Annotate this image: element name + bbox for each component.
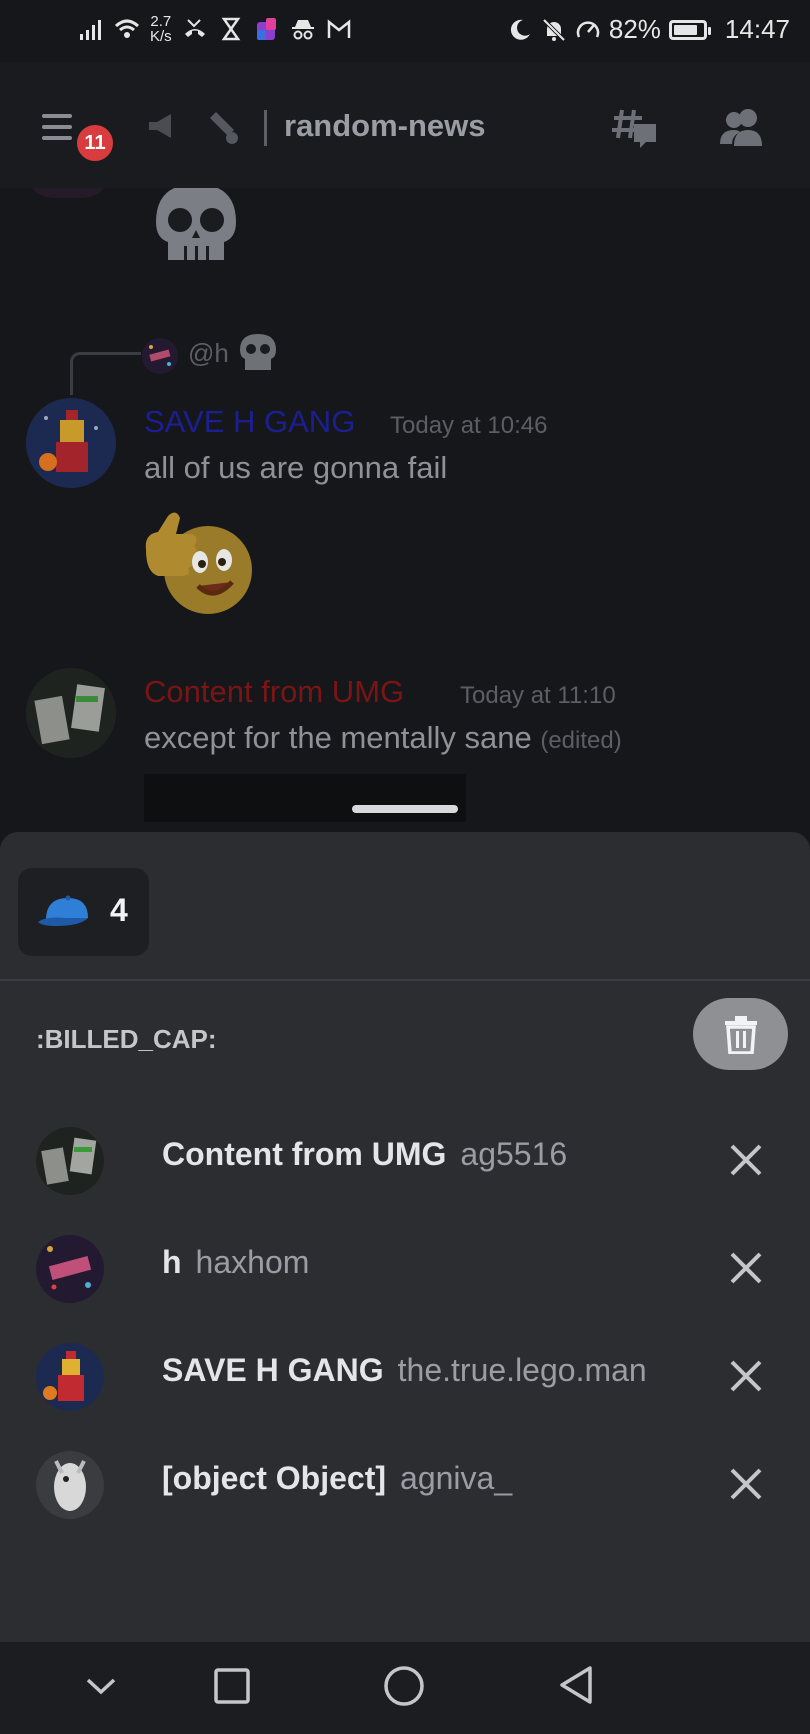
skull-icon — [240, 334, 276, 370]
message-author[interactable]: SAVE H GANG — [144, 404, 355, 440]
reaction-count: 4 — [110, 892, 128, 928]
user-avatar — [36, 1451, 104, 1519]
author-avatar[interactable] — [26, 668, 116, 758]
battery-icon — [668, 19, 711, 40]
message-text-body: except for the mentally sane — [144, 720, 532, 755]
back-triangle-icon[interactable] — [556, 1664, 596, 1706]
notification-badge: 11 — [74, 122, 116, 164]
status-right: 82% 14:47 — [507, 14, 790, 45]
app-puzzle-icon — [256, 18, 276, 40]
display-name-text: h — [162, 1244, 182, 1280]
user-display-name: Content from UMG ag5516 — [162, 1136, 567, 1173]
status-left: 2.7 K/s — [78, 14, 352, 44]
display-name-text: SAVE H GANG — [162, 1352, 384, 1388]
message-author[interactable]: Content from UMG — [144, 674, 404, 710]
username-text: the.true.lego.man — [397, 1352, 647, 1388]
user-avatar — [36, 1343, 104, 1411]
gmail-icon — [327, 19, 350, 38]
user-display-name: h haxhom — [162, 1244, 309, 1281]
reaction-user-row[interactable]: SAVE H GANG the.true.lego.man — [0, 1322, 810, 1430]
remove-reaction-icon[interactable] — [728, 1142, 764, 1178]
display-name-text: [object Object] — [162, 1460, 387, 1496]
reaction-user-row[interactable]: h haxhom — [0, 1214, 810, 1322]
members-icon[interactable] — [718, 106, 766, 150]
megaphone-icon — [149, 114, 171, 138]
menu-icon[interactable] — [42, 114, 72, 147]
system-nav-bar — [0, 1642, 810, 1734]
user-display-name: SAVE H GANG the.true.lego.man — [162, 1352, 647, 1389]
reaction-user-row[interactable]: Content from UMG ag5516 — [0, 1106, 810, 1214]
remove-all-reactions-button[interactable] — [693, 998, 788, 1070]
reaction-user-row[interactable]: [object Object] agniva_ — [0, 1430, 810, 1538]
username-text: agniva_ — [400, 1460, 513, 1496]
network-speed-unit: K/s — [150, 28, 172, 45]
embed-preview[interactable] — [144, 774, 466, 822]
wifi-icon — [114, 19, 140, 38]
channel-name: random-news — [284, 108, 486, 143]
message-text: except for the mentally sane (edited) — [144, 720, 622, 756]
battery-percent: 82% — [608, 14, 661, 44]
signal-icon — [80, 20, 101, 40]
remove-reaction-icon[interactable] — [728, 1466, 764, 1502]
network-speed: 2.7 K/s — [150, 14, 172, 44]
avatar[interactable] — [26, 188, 110, 198]
message-timestamp: Today at 10:46 — [390, 412, 548, 439]
emoji-name: :BILLED_CAP: — [36, 1024, 217, 1054]
skull-icon — [156, 188, 236, 260]
bell-muted-icon — [542, 18, 566, 41]
reactions-sheet: 4 :BILLED_CAP: Content from UMG ag5516 hh… — [0, 832, 810, 1642]
chat-area: @h SAVE H GANG Today at 10:46 all of us … — [0, 188, 810, 832]
hourglass-icon — [221, 17, 241, 41]
threads-icon[interactable] — [612, 104, 660, 152]
author-avatar[interactable] — [26, 398, 116, 488]
user-avatar — [36, 1127, 104, 1195]
moon-icon — [510, 19, 530, 40]
reply-avatar — [142, 338, 178, 374]
channel-header: 11 random-news — [0, 62, 810, 188]
trash-icon — [725, 1016, 757, 1054]
user-avatar — [36, 1235, 104, 1303]
message-timestamp: Today at 11:10 — [460, 682, 616, 709]
status-bar: 2.7 K/s 82% 14:47 — [0, 0, 810, 62]
reaction-chip[interactable]: 4 — [18, 868, 149, 956]
recents-square-icon[interactable] — [212, 1666, 252, 1706]
scroll-icon — [210, 112, 238, 144]
username-text: haxhom — [195, 1244, 310, 1280]
network-speed-value: 2.7 — [150, 13, 172, 30]
battery-fill — [673, 24, 697, 35]
sheet-divider — [0, 979, 810, 981]
thumbs-up-emoji-icon — [145, 512, 252, 614]
remove-reaction-icon[interactable] — [728, 1250, 764, 1286]
reply-connector — [70, 352, 141, 395]
clock: 14:47 — [724, 14, 790, 44]
message-text: all of us are gonna fail — [144, 450, 448, 485]
display-name-text: Content from UMG — [162, 1136, 447, 1172]
billed-cap-icon — [38, 895, 88, 926]
username-text: ag5516 — [460, 1136, 568, 1172]
incognito-icon — [291, 20, 314, 40]
header-separator — [264, 110, 267, 146]
reply-mention[interactable]: @h — [188, 338, 229, 369]
edited-label: (edited) — [540, 727, 622, 754]
chevron-down-icon[interactable] — [84, 1666, 118, 1706]
speedometer-icon — [576, 20, 600, 38]
home-circle-icon[interactable] — [382, 1664, 426, 1708]
missed-call-icon — [184, 19, 205, 37]
remove-reaction-icon[interactable] — [728, 1358, 764, 1394]
sheet-drag-handle[interactable] — [352, 805, 458, 813]
user-display-name: [object Object] agniva_ — [162, 1460, 512, 1497]
